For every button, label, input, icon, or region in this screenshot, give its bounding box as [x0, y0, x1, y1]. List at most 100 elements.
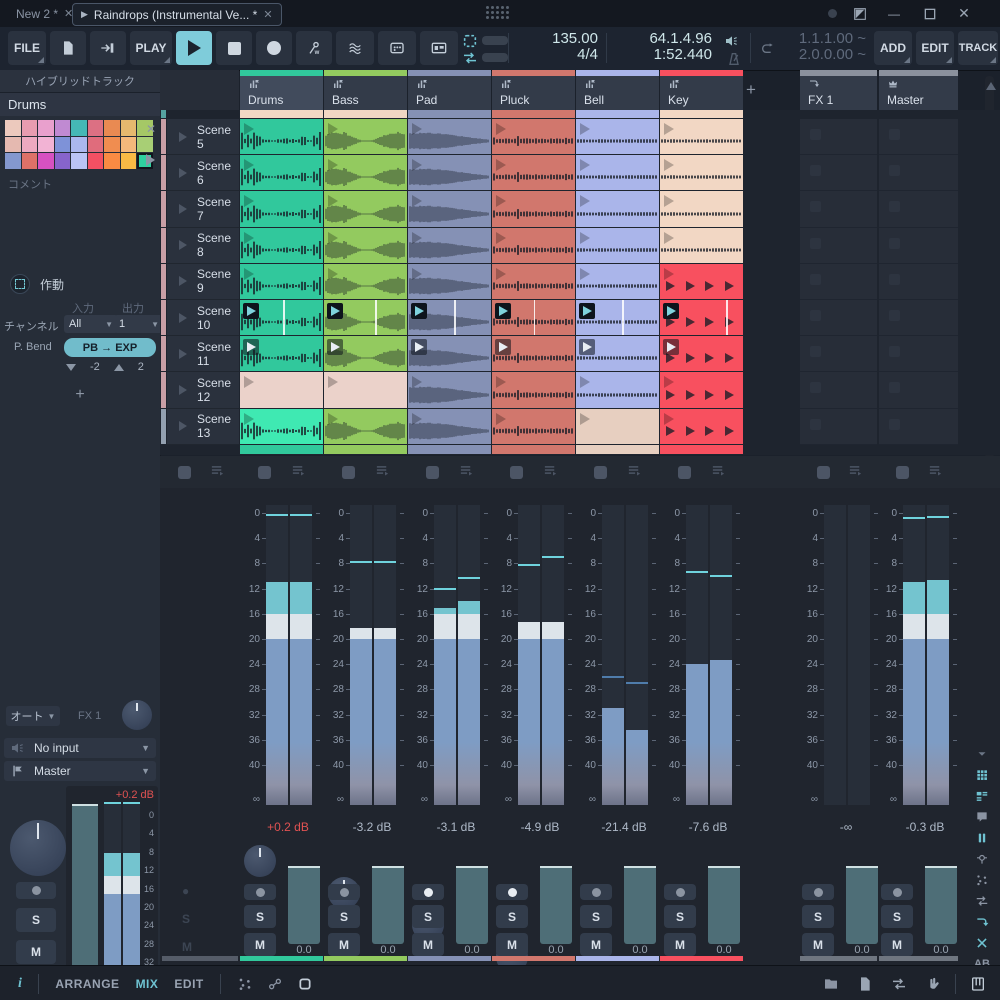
- scene-list-icon[interactable]: [711, 463, 726, 481]
- pbend-mapping-button[interactable]: PB → EXP: [64, 338, 156, 357]
- mute-button[interactable]: M: [16, 940, 56, 964]
- clip-cell[interactable]: [408, 191, 491, 227]
- tab-new-project[interactable]: New 2 * ✕: [8, 3, 81, 24]
- color-swatch[interactable]: [87, 153, 103, 169]
- scene-list-icon[interactable]: [627, 463, 642, 481]
- clip-cell[interactable]: [324, 227, 407, 263]
- hand-icon[interactable]: [925, 976, 941, 992]
- clip-play-icon[interactable]: [664, 231, 674, 244]
- color-swatch[interactable]: [137, 136, 153, 152]
- volume-fader[interactable]: [925, 866, 957, 944]
- clip-stop-button[interactable]: [426, 466, 440, 479]
- clip-cell[interactable]: [492, 155, 575, 191]
- color-swatch[interactable]: [120, 136, 136, 152]
- mute-button[interactable]: M: [802, 933, 834, 956]
- clip-cell[interactable]: [660, 227, 743, 263]
- color-swatch[interactable]: [5, 153, 21, 169]
- record-arm-button[interactable]: [881, 884, 913, 900]
- clip-play-icon[interactable]: [664, 195, 674, 208]
- empty-clip-slot[interactable]: [800, 263, 877, 300]
- clip-cell[interactable]: [576, 336, 659, 372]
- pbend-range-stepper[interactable]: -2 2: [66, 361, 144, 373]
- clip-play-icon[interactable]: [580, 195, 590, 208]
- click-icon[interactable]: [724, 33, 740, 49]
- clip-play-icon[interactable]: [496, 123, 506, 135]
- import-button[interactable]: [90, 31, 126, 65]
- clip-play-icon[interactable]: [664, 159, 674, 172]
- clip-play-icon[interactable]: [328, 267, 338, 280]
- comment-icon[interactable]: [968, 807, 996, 827]
- clip-play-icon[interactable]: [412, 195, 422, 208]
- empty-clip-slot[interactable]: [879, 227, 958, 264]
- track-header-bell[interactable]: Bell: [576, 70, 659, 110]
- clip-cell[interactable]: [324, 191, 407, 227]
- empty-clip-slot[interactable]: [800, 227, 877, 264]
- color-swatch[interactable]: [54, 153, 70, 169]
- color-swatch[interactable]: [71, 136, 87, 152]
- clip-cell[interactable]: [408, 408, 491, 444]
- fx-slot-label[interactable]: FX 1: [78, 710, 101, 722]
- clip-play-icon[interactable]: [496, 267, 506, 280]
- clip-play-button[interactable]: [411, 303, 427, 319]
- track-name-field[interactable]: Drums: [0, 93, 160, 116]
- solo-button[interactable]: S: [664, 905, 696, 928]
- solo-button[interactable]: S: [580, 905, 612, 928]
- clip-cell[interactable]: [492, 372, 575, 408]
- scene-list-icon[interactable]: [459, 463, 474, 481]
- track-header-pluck[interactable]: Pluck: [492, 70, 575, 110]
- color-swatch[interactable]: [21, 136, 37, 152]
- clip-play-icon[interactable]: [496, 159, 506, 172]
- tab-raindrops[interactable]: ▶ Raindrops (Instrumental Ve... * ✕: [72, 3, 282, 26]
- auto-dropdown[interactable]: オート ▼: [6, 706, 60, 726]
- clip-play-icon[interactable]: [580, 123, 590, 135]
- clip-play-icon[interactable]: [412, 267, 422, 280]
- clip-play-icon[interactable]: [328, 123, 338, 135]
- clip-play-icon[interactable]: [412, 376, 422, 389]
- clip-cell[interactable]: [492, 408, 575, 444]
- scene-play-icon[interactable]: [179, 348, 187, 359]
- scene-row-scene-13[interactable]: Scene 13: [167, 408, 239, 445]
- empty-clip-slot[interactable]: [879, 119, 958, 156]
- color-swatch[interactable]: [38, 153, 54, 169]
- selection-slider[interactable]: [482, 36, 508, 45]
- plugin-icon[interactable]: [968, 849, 996, 869]
- clip-cell[interactable]: [324, 263, 407, 299]
- color-swatch[interactable]: [38, 136, 54, 152]
- new-document-button[interactable]: [50, 31, 86, 65]
- clip-play-button[interactable]: [327, 303, 343, 319]
- clip-play-button[interactable]: [579, 303, 595, 319]
- folder-icon[interactable]: [823, 976, 839, 992]
- clip-stop-button[interactable]: [816, 466, 830, 479]
- scene-row-scene-8[interactable]: Scene 8: [167, 227, 239, 264]
- clip-play-icon[interactable]: [412, 159, 422, 172]
- palette-expand-icon[interactable]: [146, 154, 155, 166]
- clip-play-icon[interactable]: [328, 376, 338, 389]
- scene-row-scene-6[interactable]: Scene 6: [167, 155, 239, 192]
- clip-stop-button[interactable]: [342, 466, 356, 479]
- swap-arrows-icon[interactable]: [462, 50, 478, 66]
- clip-cell[interactable]: [324, 408, 407, 444]
- clip-cell[interactable]: [240, 155, 323, 191]
- pan-knob[interactable]: [244, 845, 276, 877]
- empty-clip-slot[interactable]: [800, 191, 877, 228]
- clip-cell[interactable]: [408, 119, 491, 155]
- record-arm-button[interactable]: [412, 884, 444, 900]
- clip-cell[interactable]: [660, 263, 743, 299]
- output-route-select[interactable]: Master ▼: [4, 761, 156, 781]
- modifiers-icon[interactable]: [968, 870, 996, 890]
- meter-bridge-icon[interactable]: [968, 828, 996, 848]
- mute-button[interactable]: M: [881, 933, 913, 956]
- clip-play-button[interactable]: [411, 339, 427, 356]
- empty-clip-slot[interactable]: [800, 336, 877, 373]
- clip-play-button[interactable]: [663, 339, 679, 356]
- empty-clip-slot[interactable]: [800, 155, 877, 192]
- clip-cell[interactable]: [240, 372, 323, 408]
- volume-fader[interactable]: [708, 866, 740, 944]
- swap-slider[interactable]: [482, 53, 508, 62]
- scroll-up-icon[interactable]: [986, 82, 996, 90]
- clip-play-icon[interactable]: [412, 123, 422, 135]
- clip-cell[interactable]: [660, 408, 743, 444]
- clip-cell[interactable]: [660, 336, 743, 372]
- clip-stop-button[interactable]: [594, 466, 608, 479]
- always-on-top-icon[interactable]: [848, 0, 872, 27]
